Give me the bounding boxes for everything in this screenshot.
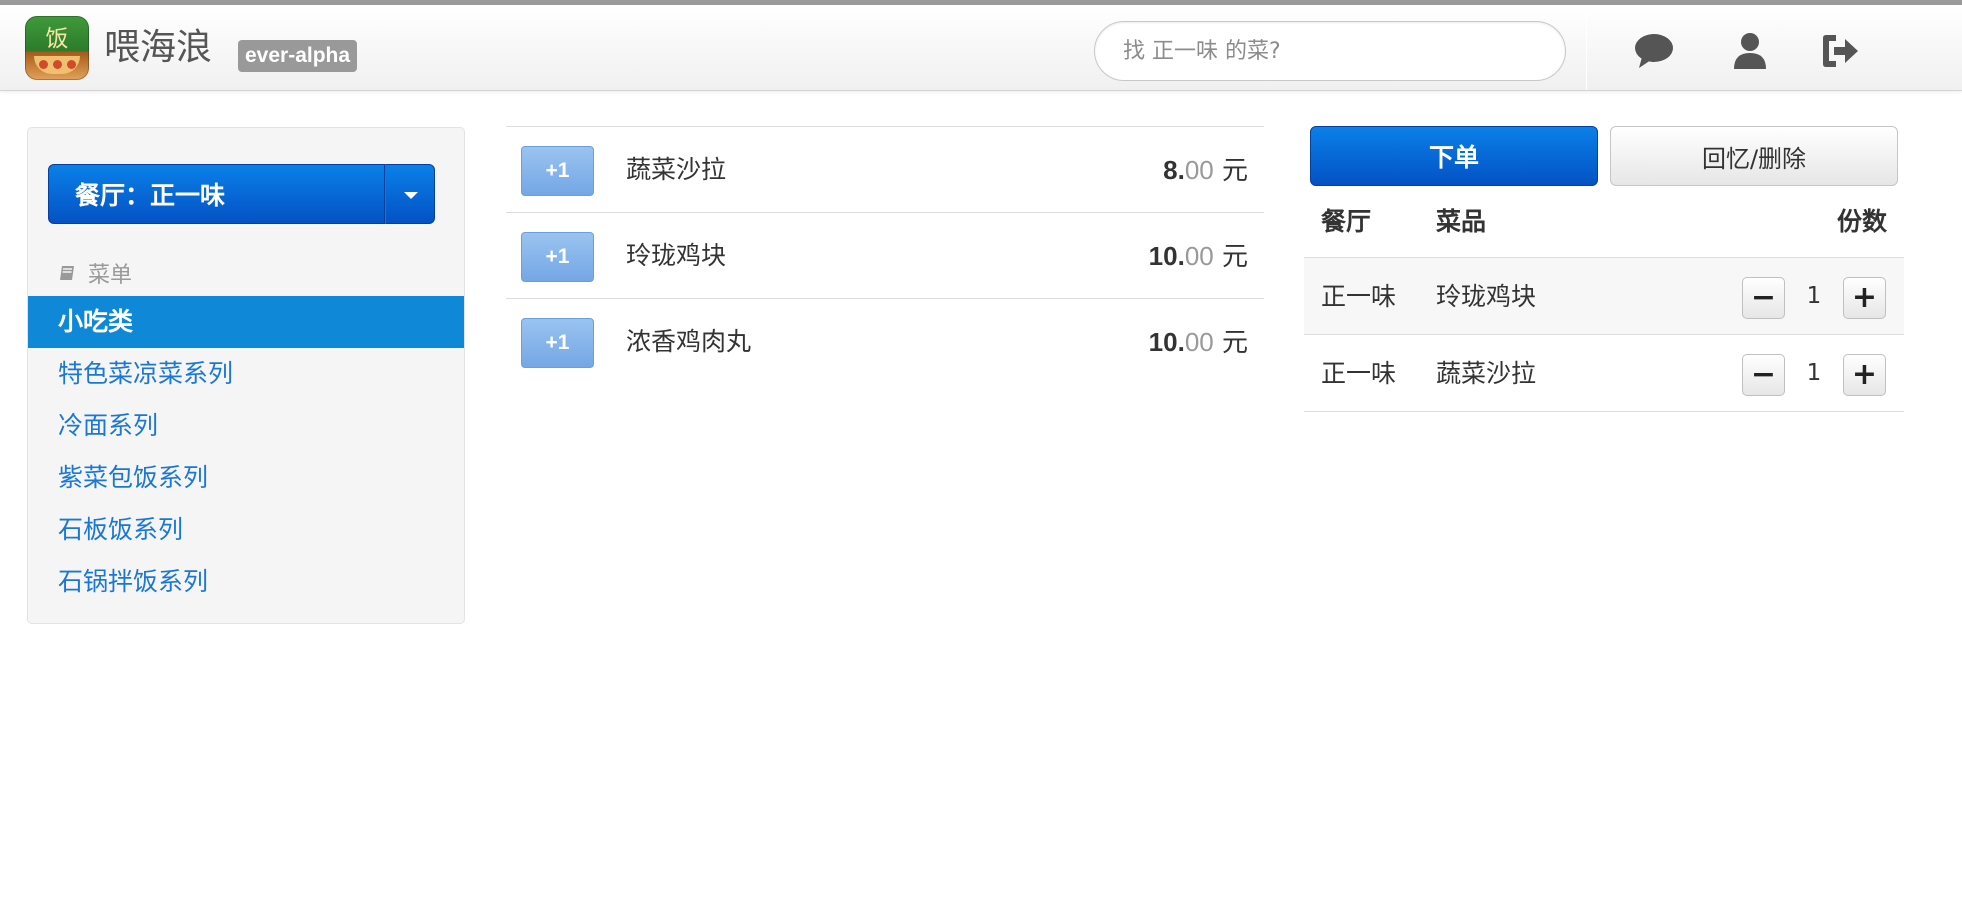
category-item[interactable]: 石板饭系列 (28, 504, 464, 556)
decrease-quantity-button[interactable]: − (1742, 277, 1785, 319)
order-row: 正一味 玲珑鸡块 − 1 + (1304, 258, 1904, 335)
price-integer: 10. (1148, 327, 1185, 357)
price-decimal: 00 (1184, 241, 1214, 271)
category-item[interactable]: 紫菜包饭系列 (28, 452, 464, 504)
user-icon[interactable] (1728, 29, 1772, 73)
category-item[interactable]: 特色菜凉菜系列 (28, 348, 464, 400)
category-list: 小吃类 特色菜凉菜系列 冷面系列 紫菜包饭系列 石板饭系列 石锅拌饭系列 (28, 296, 464, 608)
chat-icon[interactable] (1632, 29, 1676, 73)
order-restaurant: 正一味 (1321, 359, 1397, 388)
add-dish-button[interactable]: +1 (521, 318, 594, 368)
header-dish: 菜品 (1436, 207, 1487, 236)
header-restaurant: 餐厅 (1321, 207, 1372, 236)
menu-header: 菜单 (58, 257, 132, 289)
price-decimal: 00 (1184, 155, 1214, 185)
version-badge: ever-alpha (238, 40, 358, 72)
price-unit: 元 (1213, 156, 1248, 186)
dish-row: +1 浓香鸡肉丸 10.00 元 (506, 298, 1264, 384)
price-unit: 元 (1213, 242, 1248, 272)
navbar-divider (1586, 10, 1587, 90)
order-dish: 玲珑鸡块 (1436, 282, 1537, 311)
brand-name[interactable]: 喂海浪 (104, 24, 212, 72)
category-item[interactable]: 冷面系列 (28, 400, 464, 452)
place-order-button[interactable]: 下单 (1310, 126, 1598, 186)
caret-down-icon (404, 192, 418, 199)
order-row: 正一味 蔬菜沙拉 − 1 + (1304, 335, 1904, 412)
add-dish-button[interactable]: +1 (521, 232, 594, 282)
order-table: 餐厅 菜品 份数 正一味 玲珑鸡块 − 1 + 正一味 蔬菜沙拉 − 1 + (1304, 192, 1904, 412)
book-icon (60, 266, 74, 280)
recall-delete-button[interactable]: 回忆/删除 (1610, 126, 1898, 186)
add-dish-button[interactable]: +1 (521, 146, 594, 196)
quantity-value: 1 (1806, 360, 1822, 386)
app-logo[interactable]: 饭 (25, 16, 89, 80)
dish-list: +1 蔬菜沙拉 8.00 元 +1 玲珑鸡块 10.00 元 +1 浓香鸡肉丸 … (506, 126, 1264, 384)
restaurant-selector: 餐厅：正一味 (48, 164, 435, 224)
logout-icon[interactable] (1818, 29, 1862, 73)
price-decimal: 00 (1184, 327, 1214, 357)
menu-header-label: 菜单 (88, 263, 133, 288)
dish-price: 10.00 元 (1149, 299, 1248, 386)
logo-dot (39, 60, 48, 69)
logo-dot (53, 60, 62, 69)
dish-row: +1 蔬菜沙拉 8.00 元 (506, 126, 1264, 212)
dish-row: +1 玲珑鸡块 10.00 元 (506, 212, 1264, 298)
increase-quantity-button[interactable]: + (1843, 277, 1886, 319)
sidebar: 餐厅：正一味 菜单 小吃类 特色菜凉菜系列 冷面系列 紫菜包饭系列 石板饭系列 … (27, 127, 465, 624)
category-item[interactable]: 小吃类 (28, 296, 464, 348)
category-item[interactable]: 石锅拌饭系列 (28, 556, 464, 608)
price-integer: 10. (1148, 241, 1185, 271)
restaurant-dropdown-toggle[interactable] (385, 164, 435, 224)
dish-name: 浓香鸡肉丸 (626, 327, 752, 356)
top-navbar: 饭 喂海浪 ever-alpha (0, 0, 1962, 91)
restaurant-button[interactable]: 餐厅：正一味 (48, 164, 385, 224)
order-dish: 蔬菜沙拉 (1436, 359, 1537, 388)
price-unit: 元 (1213, 328, 1248, 358)
logo-dot (67, 60, 76, 69)
increase-quantity-button[interactable]: + (1843, 354, 1886, 396)
order-table-header: 餐厅 菜品 份数 (1304, 192, 1904, 258)
header-quantity: 份数 (1836, 207, 1887, 236)
decrease-quantity-button[interactable]: − (1742, 354, 1785, 396)
dish-price: 8.00 元 (1163, 127, 1248, 214)
dish-name: 玲珑鸡块 (626, 241, 727, 270)
quantity-value: 1 (1806, 283, 1822, 309)
logo-char: 饭 (45, 26, 69, 52)
search-input[interactable] (1094, 21, 1566, 81)
order-restaurant: 正一味 (1321, 282, 1397, 311)
price-integer: 8. (1163, 155, 1185, 185)
dish-name: 蔬菜沙拉 (626, 155, 727, 184)
dish-price: 10.00 元 (1149, 213, 1248, 300)
